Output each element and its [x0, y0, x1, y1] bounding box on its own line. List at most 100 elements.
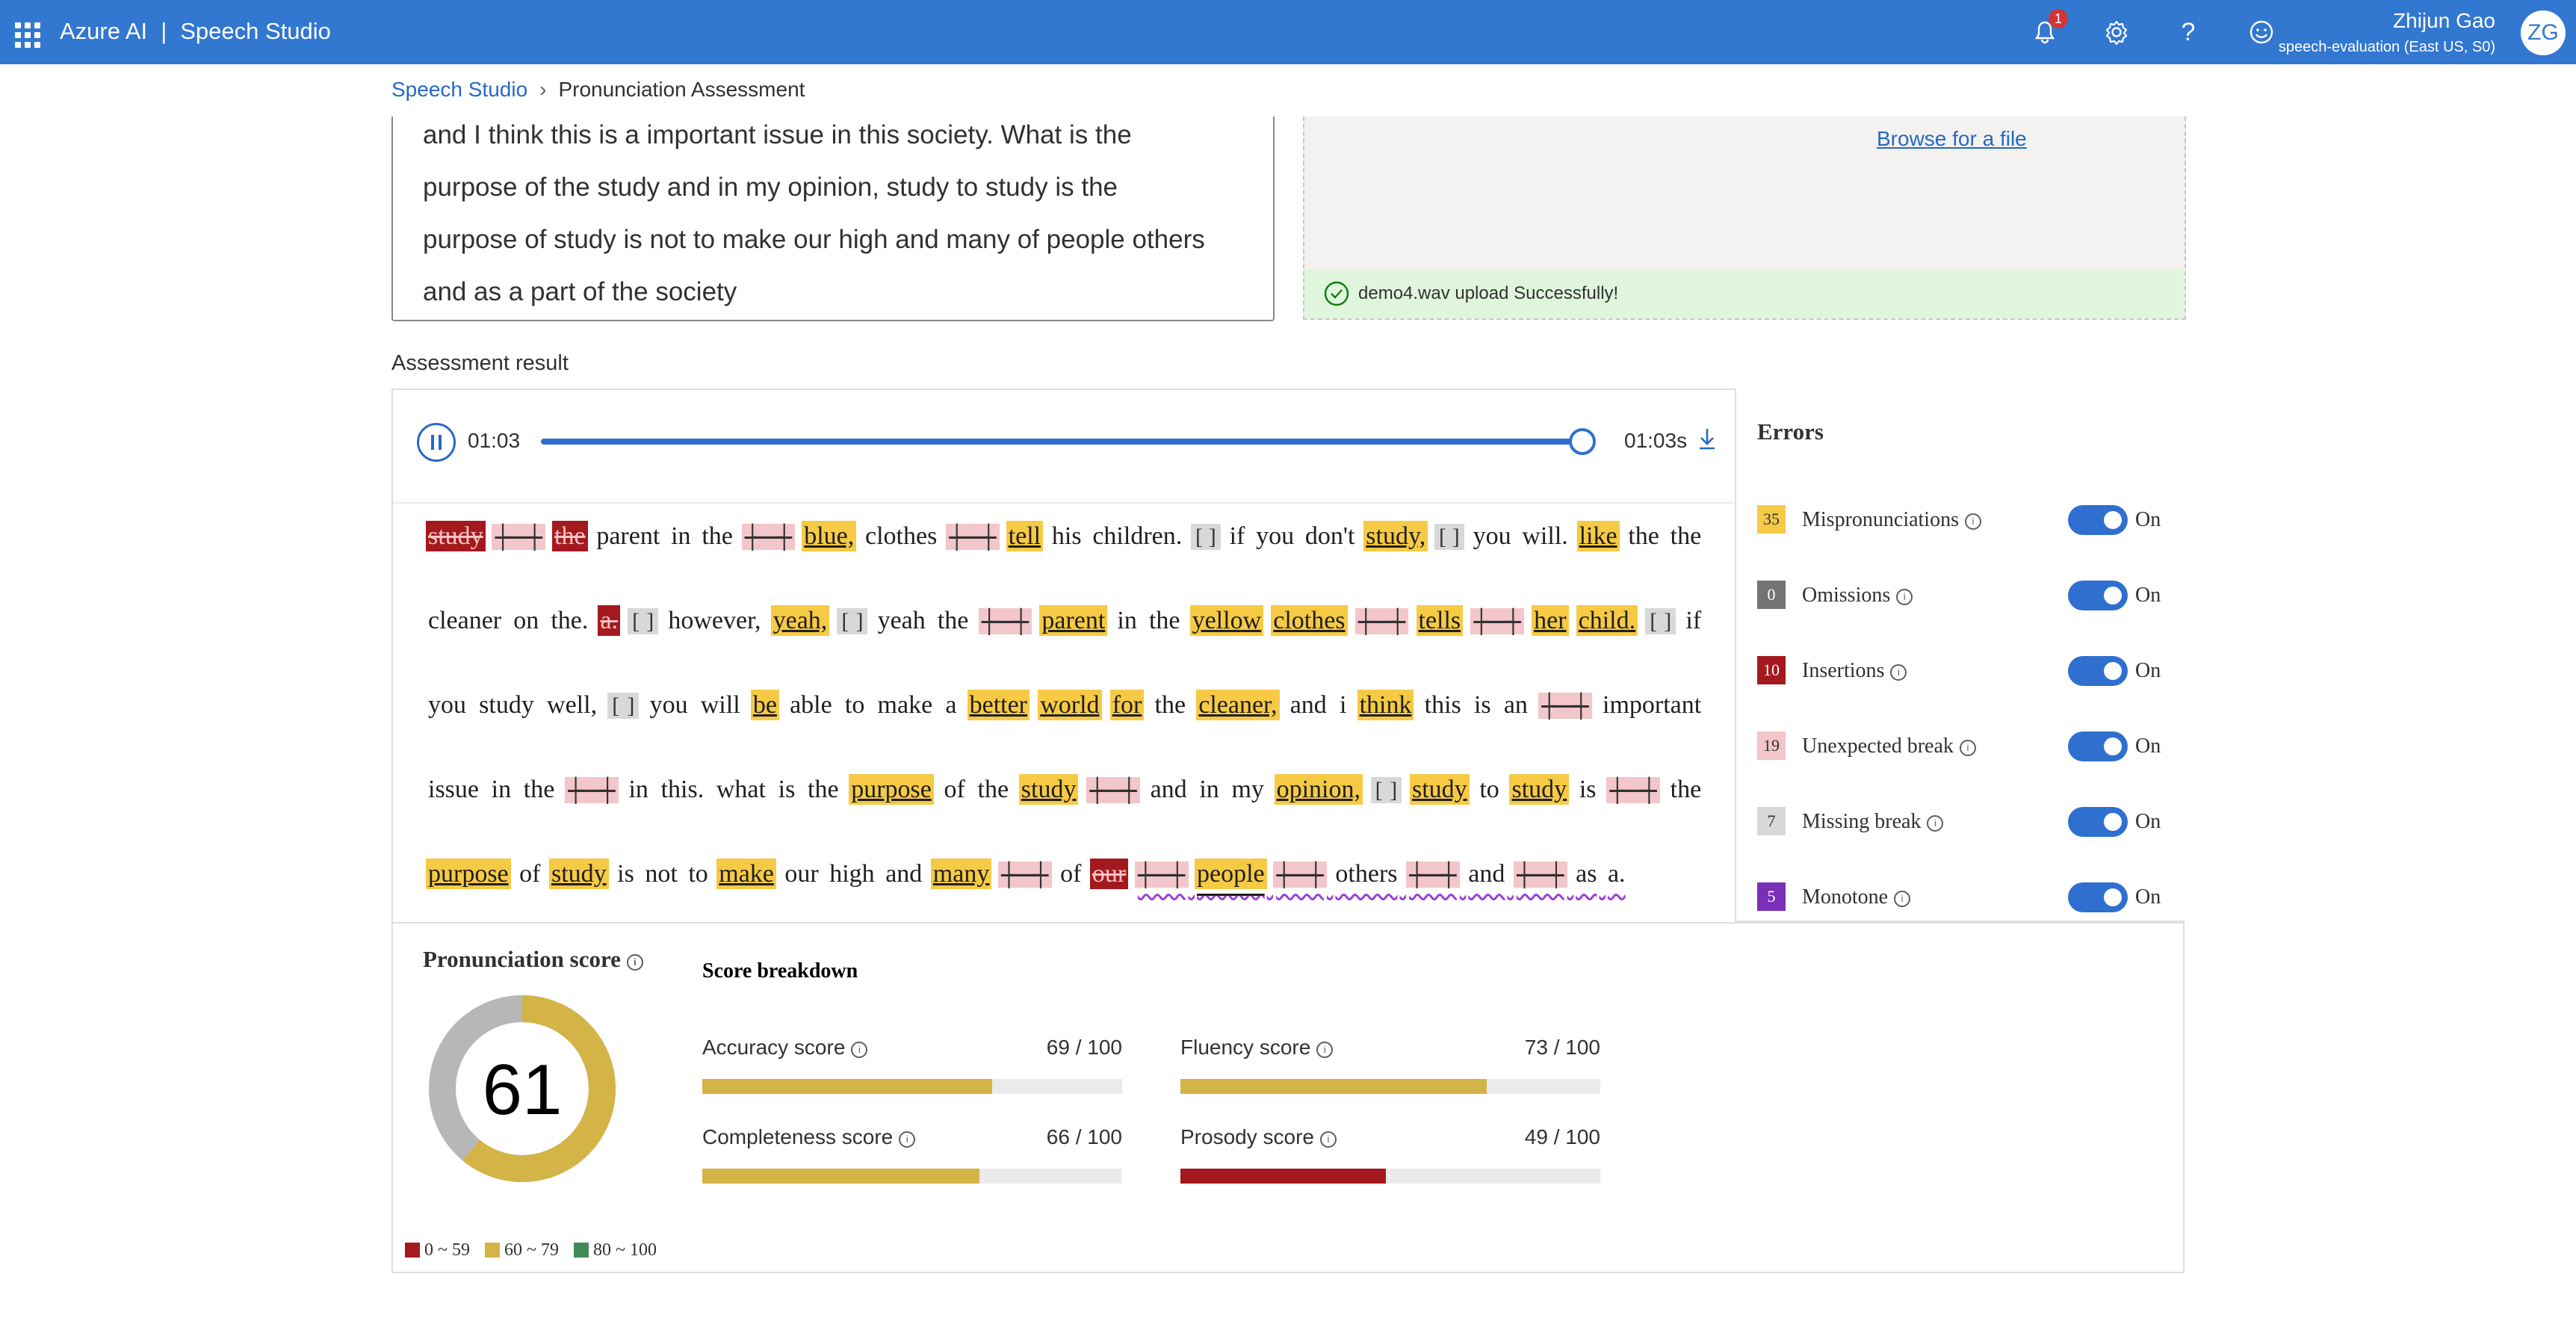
unexpected-break-marker[interactable]: ├─┤ [1354, 608, 1409, 634]
unexpected-break-marker[interactable]: ├─┤ [1273, 862, 1327, 888]
errors-title: Errors [1757, 418, 1824, 445]
unexpected-break-marker[interactable]: ├─┤ [1134, 862, 1189, 888]
playback-slider-thumb[interactable] [1569, 428, 1596, 455]
pause-button[interactable] [417, 423, 456, 462]
error-toggle[interactable] [2068, 656, 2128, 686]
mispronounced-word[interactable]: people [1195, 859, 1267, 889]
info-icon[interactable]: i [899, 1131, 916, 1148]
mispronounced-word[interactable]: study [1409, 774, 1470, 805]
unexpected-break-marker[interactable]: ├─┤ [1086, 777, 1140, 803]
error-toggle[interactable] [2068, 732, 2128, 761]
mispronounced-word[interactable]: for [1109, 690, 1145, 720]
info-icon[interactable]: i [1896, 589, 1913, 605]
error-toggle[interactable] [2068, 807, 2128, 837]
info-icon[interactable]: i [1319, 1131, 1337, 1148]
missing-break-marker[interactable]: [ ] [1645, 608, 1676, 634]
inserted-word[interactable]: our [1089, 859, 1129, 889]
missing-break-marker[interactable]: [ ] [837, 608, 868, 634]
info-icon[interactable]: i [1890, 664, 1907, 681]
unexpected-break-marker[interactable]: ├─┤ [997, 862, 1052, 888]
top-bar: Azure AI | Speech Studio 1 ? Zhijun Gao sp… [0, 0, 2576, 64]
missing-break-marker[interactable]: [ ] [1370, 777, 1402, 803]
mispronounced-word[interactable]: study [1018, 774, 1079, 805]
info-icon[interactable]: i [1959, 740, 1976, 756]
unexpected-break-marker[interactable]: ├─┤ [492, 524, 546, 550]
question-mark-icon: ? [2181, 17, 2196, 46]
error-filter-unexpected-break: 19 Unexpected break i On [1757, 727, 2176, 764]
mispronounced-word[interactable]: many [930, 859, 992, 889]
mispronounced-word[interactable]: parent [1039, 605, 1108, 636]
mispronounced-word[interactable]: tell [1006, 521, 1044, 551]
unexpected-break-marker[interactable]: ├─┤ [1538, 693, 1592, 719]
mispronounced-word[interactable]: blue, [802, 521, 857, 551]
transcript-word: cleaner [428, 607, 502, 634]
info-icon[interactable]: i [1316, 1042, 1334, 1058]
app-brand[interactable]: Azure AI | Speech Studio [60, 18, 331, 45]
unexpected-break-marker[interactable]: ├─┤ [946, 524, 1000, 550]
app-launcher-icon[interactable] [15, 22, 40, 48]
missing-break-marker[interactable]: [ ] [1191, 524, 1221, 550]
mispronounced-word[interactable]: opinion, [1274, 774, 1363, 805]
playback-progress-track[interactable] [541, 439, 1585, 445]
download-button[interactable] [1697, 426, 1717, 455]
mispronounced-word[interactable]: better [967, 690, 1030, 720]
notifications-button[interactable]: 1 [2028, 9, 2068, 49]
mispronounced-word[interactable]: like [1576, 521, 1620, 551]
browse-file-link[interactable]: Browse for a file [1877, 127, 2027, 151]
legend-item: 60 ~ 79 [484, 1240, 559, 1260]
user-name[interactable]: Zhijun Gao [2393, 9, 2495, 33]
info-icon[interactable]: i [1927, 815, 1944, 832]
missing-break-marker[interactable]: [ ] [1434, 524, 1464, 550]
toggle-state-label: On [2135, 508, 2161, 531]
mispronounced-word[interactable]: child. [1576, 605, 1638, 636]
score-breakdown-title: Score breakdown [702, 959, 858, 983]
avatar[interactable]: ZG [2521, 10, 2566, 55]
mispronounced-word[interactable]: be [750, 690, 779, 720]
error-toggle[interactable] [2068, 581, 2128, 610]
mispronounced-word[interactable]: think [1357, 690, 1414, 720]
mispronounced-word[interactable]: world [1038, 690, 1102, 720]
mispronounced-word[interactable]: yeah, [770, 605, 830, 636]
unexpected-break-marker[interactable]: ├─┤ [565, 777, 619, 803]
mispronounced-word[interactable]: purpose [849, 774, 934, 805]
reference-text-area[interactable]: and I think this is a important issue in… [391, 117, 1275, 321]
info-icon[interactable]: i [626, 954, 643, 971]
legend-label: 0 ~ 59 [424, 1240, 470, 1260]
info-icon[interactable]: i [851, 1042, 868, 1058]
user-resource[interactable]: speech-evaluation (East US, S0) [2279, 39, 2495, 56]
mispronounced-word[interactable]: make [716, 859, 776, 889]
help-button[interactable]: ? [2171, 15, 2205, 49]
score-bar-track [702, 1079, 1122, 1094]
error-toggle[interactable] [2068, 505, 2128, 535]
unexpected-break-marker[interactable]: ├─┤ [978, 608, 1032, 634]
score-label-text: Accuracy score [702, 1036, 846, 1059]
legend-item: 80 ~ 100 [573, 1240, 657, 1260]
info-icon[interactable]: i [1965, 513, 1981, 530]
mispronounced-word[interactable]: study, [1363, 521, 1428, 551]
unexpected-break-marker[interactable]: ├─┤ [1513, 862, 1567, 888]
unexpected-break-marker[interactable]: ├─┤ [1470, 608, 1525, 634]
mispronounced-word[interactable]: purpose [426, 859, 511, 889]
audio-drop-zone[interactable]: Browse for a file demo4.wav upload Succe… [1303, 117, 2186, 320]
mispronounced-word[interactable]: tells [1416, 605, 1464, 636]
mispronounced-word[interactable]: study [1509, 774, 1570, 805]
mispronounced-word[interactable]: yellow [1189, 605, 1264, 636]
score-bar-fill [702, 1169, 979, 1184]
mispronounced-word[interactable]: clothes [1271, 605, 1348, 636]
inserted-word[interactable]: study [426, 521, 486, 551]
unexpected-break-marker[interactable]: ├─┤ [1406, 862, 1460, 888]
settings-button[interactable] [2099, 15, 2134, 49]
feedback-button[interactable] [2244, 15, 2279, 49]
mispronounced-word[interactable]: study [548, 859, 609, 889]
error-toggle[interactable] [2068, 882, 2128, 912]
unexpected-break-marker[interactable]: ├─┤ [1606, 777, 1660, 803]
unexpected-break-marker[interactable]: ├─┤ [741, 524, 796, 550]
inserted-word[interactable]: the [552, 521, 588, 551]
info-icon[interactable]: i [1894, 891, 1911, 907]
mispronounced-word[interactable]: cleaner, [1196, 690, 1280, 720]
mispronounced-word[interactable]: her [1532, 605, 1569, 636]
missing-break-marker[interactable]: [ ] [607, 693, 640, 719]
missing-break-marker[interactable]: [ ] [628, 608, 659, 634]
breadcrumb-speech-studio[interactable]: Speech Studio [391, 78, 527, 101]
inserted-word[interactable]: a. [598, 605, 621, 636]
